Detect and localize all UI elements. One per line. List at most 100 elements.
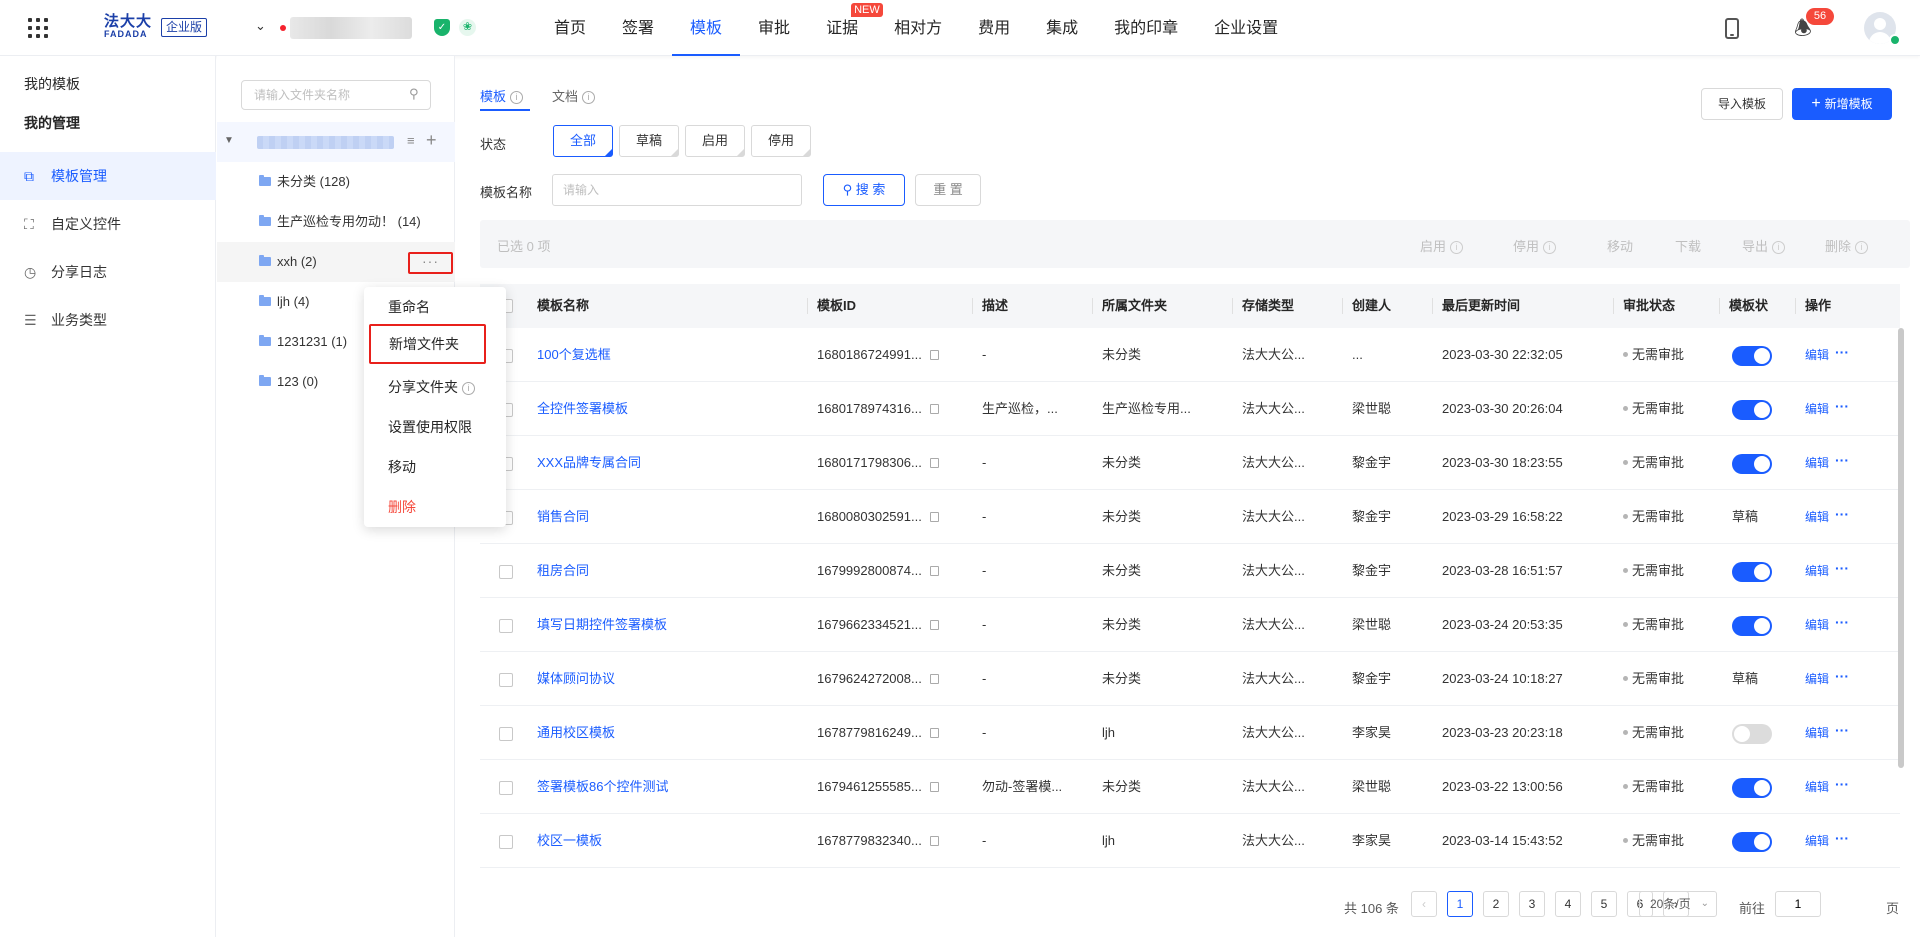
row-checkbox[interactable] (499, 673, 513, 687)
edit-link[interactable]: 编辑 (1805, 328, 1829, 382)
nav-item[interactable]: 签署 (604, 0, 672, 56)
caret-down-icon[interactable]: ▼ (224, 135, 234, 146)
nav-item[interactable]: 证据 NEW (808, 0, 883, 56)
status-toggle[interactable] (1732, 616, 1772, 636)
fadada-logo[interactable]: 法大大 FADADA (104, 14, 160, 42)
template-name-link[interactable]: 媒体顾问协议 (537, 652, 615, 706)
new-folder-menu-item[interactable]: 新增文件夹 (369, 324, 486, 364)
my-templates-title[interactable]: 我的模板 (24, 74, 80, 94)
column-header[interactable]: 操作 (1794, 284, 1831, 328)
template-name-input[interactable] (552, 174, 802, 206)
nav-item[interactable]: 费用 (960, 0, 1028, 56)
template-name-link[interactable]: 校区一模板 (537, 814, 602, 868)
template-name-link[interactable]: XXX品牌专属合同 (537, 436, 641, 490)
status-toggle[interactable] (1732, 400, 1772, 420)
more-actions-icon[interactable]: ··· (1835, 328, 1849, 376)
folder-more-button[interactable]: ··· (408, 252, 453, 274)
copy-icon[interactable] (929, 458, 939, 468)
template-name-link[interactable]: 签署模板86个控件测试 (537, 760, 668, 814)
row-checkbox[interactable] (499, 619, 513, 633)
more-actions-icon[interactable]: ··· (1835, 598, 1849, 646)
nav-item[interactable]: 集成 (1028, 0, 1096, 56)
row-checkbox[interactable] (499, 565, 513, 579)
template-name-link[interactable]: 销售合同 (537, 490, 589, 544)
rename-menu-item[interactable]: 重命名 (364, 287, 506, 327)
folder-item[interactable]: xxh (2) ··· (217, 242, 455, 282)
import-template-button[interactable]: 导入模板 (1701, 88, 1783, 120)
add-folder-icon[interactable]: + (426, 130, 437, 151)
copy-icon[interactable] (929, 404, 939, 414)
status-filter-enabled[interactable]: 启用 (685, 125, 745, 157)
edit-link[interactable]: 编辑 (1805, 706, 1829, 760)
row-checkbox[interactable] (499, 835, 513, 849)
page-button[interactable]: 3 (1519, 891, 1545, 917)
menu-item-business-type[interactable]: ☰ 业务类型 (0, 296, 216, 344)
edit-link[interactable]: 编辑 (1805, 436, 1829, 490)
row-checkbox[interactable] (499, 781, 513, 795)
column-header[interactable]: 存储类型 (1231, 284, 1294, 328)
batch-move-button[interactable]: 移动 (1607, 236, 1633, 255)
template-name-link[interactable]: 通用校区模板 (537, 706, 615, 760)
batch-export-button[interactable]: 导出 i (1742, 236, 1786, 255)
edit-link[interactable]: 编辑 (1805, 652, 1829, 706)
nav-item[interactable]: 模板 (672, 0, 741, 56)
edit-link[interactable]: 编辑 (1805, 544, 1829, 598)
folder-item[interactable]: 生产巡检专用勿动！ (14) (217, 202, 455, 242)
mobile-phone-icon[interactable] (1725, 18, 1739, 39)
apps-grid-icon[interactable] (28, 18, 48, 38)
set-permission-menu-item[interactable]: 设置使用权限 (364, 407, 506, 447)
copy-icon[interactable] (929, 728, 939, 738)
page-button[interactable]: 5 (1591, 891, 1617, 917)
nav-item[interactable]: 企业设置 (1196, 0, 1296, 56)
search-button[interactable]: ⚲ 搜 索 (823, 174, 905, 206)
status-toggle[interactable] (1732, 346, 1772, 366)
move-menu-item[interactable]: 移动 (364, 447, 506, 487)
edit-link[interactable]: 编辑 (1805, 598, 1829, 652)
edit-link[interactable]: 编辑 (1805, 760, 1829, 814)
copy-icon[interactable] (929, 782, 939, 792)
tab-template[interactable]: 模板 i (480, 86, 524, 105)
search-icon[interactable]: ⚲ (409, 86, 419, 102)
copy-icon[interactable] (929, 350, 939, 360)
nav-item[interactable]: 首页 (536, 0, 604, 56)
share-folder-menu-item[interactable]: 分享文件夹 i (364, 367, 506, 407)
menu-item-share-log[interactable]: ◷ 分享日志 (0, 248, 216, 296)
page-button[interactable]: 1 (1447, 891, 1473, 917)
folder-item[interactable]: 未分类 (128) (217, 162, 455, 202)
more-actions-icon[interactable]: ··· (1835, 652, 1849, 700)
folder-root[interactable]: ▼ ≡ + (217, 122, 455, 162)
more-actions-icon[interactable]: ··· (1835, 814, 1849, 862)
shield-icon[interactable]: ✓ (434, 19, 450, 36)
more-actions-icon[interactable]: ··· (1835, 490, 1849, 538)
column-header[interactable]: 描述 (971, 284, 1008, 328)
row-checkbox[interactable] (499, 727, 513, 741)
menu-item-custom-controls[interactable]: ⛶ 自定义控件 (0, 200, 216, 248)
copy-icon[interactable] (929, 674, 939, 684)
template-name-link[interactable]: 填写日期控件签署模板 (537, 598, 667, 652)
page-button[interactable]: 2 (1483, 891, 1509, 917)
sort-icon[interactable]: ≡ (407, 133, 415, 148)
menu-item-template-management[interactable]: ⧉ 模板管理 (0, 152, 216, 200)
status-toggle[interactable] (1732, 454, 1772, 474)
page-size-select[interactable]: 20条/页 ⌄ (1639, 891, 1717, 917)
copy-icon[interactable] (929, 836, 939, 846)
batch-enable-button[interactable]: 启用 i (1420, 236, 1464, 255)
status-toggle[interactable] (1732, 832, 1772, 852)
template-name-link[interactable]: 租房合同 (537, 544, 589, 598)
column-header[interactable]: 模板状 (1718, 284, 1768, 328)
edit-link[interactable]: 编辑 (1805, 490, 1829, 544)
edit-link[interactable]: 编辑 (1805, 814, 1829, 868)
copy-icon[interactable] (929, 620, 939, 630)
more-actions-icon[interactable]: ··· (1835, 706, 1849, 754)
batch-disable-button[interactable]: 停用 i (1513, 236, 1557, 255)
vertical-scrollbar[interactable] (1898, 328, 1904, 768)
leaf-icon[interactable]: ❀ (459, 19, 476, 36)
batch-download-button[interactable]: 下载 (1675, 236, 1701, 255)
column-header[interactable]: 模板名称 (537, 284, 589, 328)
more-actions-icon[interactable]: ··· (1835, 760, 1849, 808)
more-actions-icon[interactable]: ··· (1835, 544, 1849, 592)
copy-icon[interactable] (929, 512, 939, 522)
column-header[interactable]: 审批状态 (1612, 284, 1675, 328)
more-actions-icon[interactable]: ··· (1835, 436, 1849, 484)
edit-link[interactable]: 编辑 (1805, 382, 1829, 436)
